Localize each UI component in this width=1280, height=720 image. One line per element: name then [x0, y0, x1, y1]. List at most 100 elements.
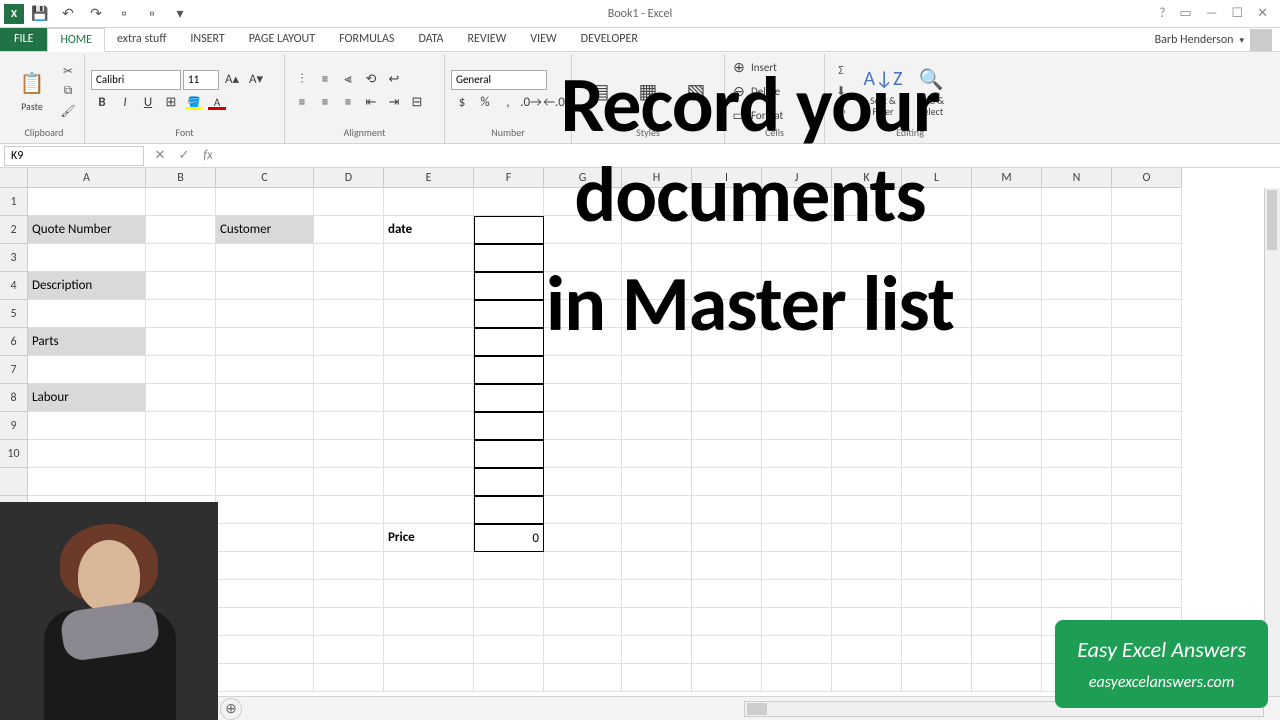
column-header[interactable]: K — [832, 168, 902, 188]
cell[interactable] — [474, 636, 544, 664]
cell[interactable] — [972, 524, 1042, 552]
cell[interactable] — [902, 328, 972, 356]
cell[interactable] — [1112, 328, 1182, 356]
cell[interactable] — [474, 384, 544, 412]
cell[interactable] — [622, 636, 692, 664]
cell[interactable] — [622, 524, 692, 552]
cell[interactable] — [622, 580, 692, 608]
enter-formula-icon[interactable]: ✓ — [172, 146, 196, 166]
cell[interactable] — [28, 356, 146, 384]
cell[interactable] — [474, 244, 544, 272]
cell[interactable] — [902, 524, 972, 552]
row-header[interactable]: 1 — [0, 188, 28, 216]
cell[interactable] — [972, 300, 1042, 328]
cell[interactable] — [216, 356, 314, 384]
cell[interactable] — [544, 496, 622, 524]
cell[interactable] — [314, 440, 384, 468]
format-as-table-button[interactable]: ▦ — [626, 56, 670, 126]
cell[interactable] — [28, 440, 146, 468]
tab-formulas[interactable]: FORMULAS — [327, 27, 406, 51]
cell[interactable] — [1042, 496, 1112, 524]
cell[interactable] — [474, 216, 544, 244]
cell[interactable] — [384, 188, 474, 216]
cell[interactable] — [762, 608, 832, 636]
cell[interactable] — [384, 440, 474, 468]
tab-page-layout[interactable]: PAGE LAYOUT — [237, 27, 327, 51]
underline-button[interactable]: U — [137, 93, 159, 113]
cell[interactable] — [1042, 272, 1112, 300]
row-header[interactable]: 3 — [0, 244, 28, 272]
cell[interactable] — [544, 468, 622, 496]
cell[interactable] — [216, 384, 314, 412]
cell[interactable] — [972, 580, 1042, 608]
cell[interactable] — [902, 580, 972, 608]
cell[interactable] — [146, 468, 216, 496]
bold-button[interactable]: B — [91, 93, 113, 113]
save-icon[interactable]: 💾 — [28, 3, 52, 25]
maximize-icon[interactable]: ☐ — [1231, 6, 1243, 21]
cell[interactable] — [314, 608, 384, 636]
ribbon-options-icon[interactable]: ▭ — [1179, 6, 1191, 21]
cell[interactable] — [762, 664, 832, 692]
cell[interactable] — [622, 356, 692, 384]
fx-icon[interactable]: fx — [196, 146, 220, 166]
cell[interactable] — [902, 440, 972, 468]
orientation-icon[interactable]: ⟲ — [360, 70, 382, 90]
cell[interactable] — [1042, 300, 1112, 328]
cell[interactable] — [216, 608, 314, 636]
cell[interactable] — [314, 244, 384, 272]
cell[interactable] — [216, 272, 314, 300]
cell[interactable] — [1112, 468, 1182, 496]
cell[interactable] — [692, 216, 762, 244]
row-header[interactable]: 8 — [0, 384, 28, 412]
tab-view[interactable]: VIEW — [518, 27, 568, 51]
format-cells-button[interactable]: ▭Format — [731, 105, 818, 125]
cell[interactable] — [1112, 524, 1182, 552]
cell[interactable] — [762, 188, 832, 216]
cell[interactable] — [474, 552, 544, 580]
cell[interactable] — [622, 608, 692, 636]
cell[interactable] — [146, 356, 216, 384]
cell[interactable] — [692, 468, 762, 496]
column-header[interactable]: J — [762, 168, 832, 188]
column-header[interactable]: H — [622, 168, 692, 188]
column-header[interactable]: A — [28, 168, 146, 188]
cell[interactable] — [1112, 188, 1182, 216]
cell[interactable] — [972, 216, 1042, 244]
cell[interactable] — [216, 412, 314, 440]
column-header[interactable]: F — [474, 168, 544, 188]
cell[interactable] — [902, 468, 972, 496]
cell[interactable] — [146, 244, 216, 272]
currency-icon[interactable]: $ — [451, 93, 473, 113]
cell[interactable] — [832, 608, 902, 636]
close-icon[interactable]: ✕ — [1257, 6, 1268, 21]
tab-data[interactable]: DATA — [406, 27, 455, 51]
cell[interactable] — [692, 244, 762, 272]
cell[interactable] — [622, 300, 692, 328]
cell[interactable] — [314, 300, 384, 328]
find-select-button[interactable]: 🔍Find & Select — [909, 56, 953, 126]
cell[interactable] — [1112, 412, 1182, 440]
clear-icon[interactable]: ◇ — [831, 102, 851, 120]
cell[interactable] — [314, 188, 384, 216]
undo-icon[interactable]: ↶ — [56, 3, 80, 25]
cell[interactable] — [474, 412, 544, 440]
row-header[interactable]: 6 — [0, 328, 28, 356]
row-header[interactable]: 9 — [0, 412, 28, 440]
cell[interactable] — [314, 384, 384, 412]
cell[interactable] — [1042, 356, 1112, 384]
cell[interactable]: date — [384, 216, 474, 244]
cell[interactable]: 0 — [474, 524, 544, 552]
cell[interactable] — [902, 412, 972, 440]
cell[interactable] — [622, 272, 692, 300]
cell[interactable] — [474, 272, 544, 300]
cell[interactable] — [474, 580, 544, 608]
cell[interactable] — [832, 552, 902, 580]
sort-filter-button[interactable]: A↓ZSort & Filter — [861, 56, 905, 126]
cell[interactable] — [902, 244, 972, 272]
column-header[interactable]: O — [1112, 168, 1182, 188]
cell[interactable] — [314, 412, 384, 440]
cell[interactable] — [832, 468, 902, 496]
cell[interactable] — [314, 524, 384, 552]
cell[interactable] — [474, 468, 544, 496]
